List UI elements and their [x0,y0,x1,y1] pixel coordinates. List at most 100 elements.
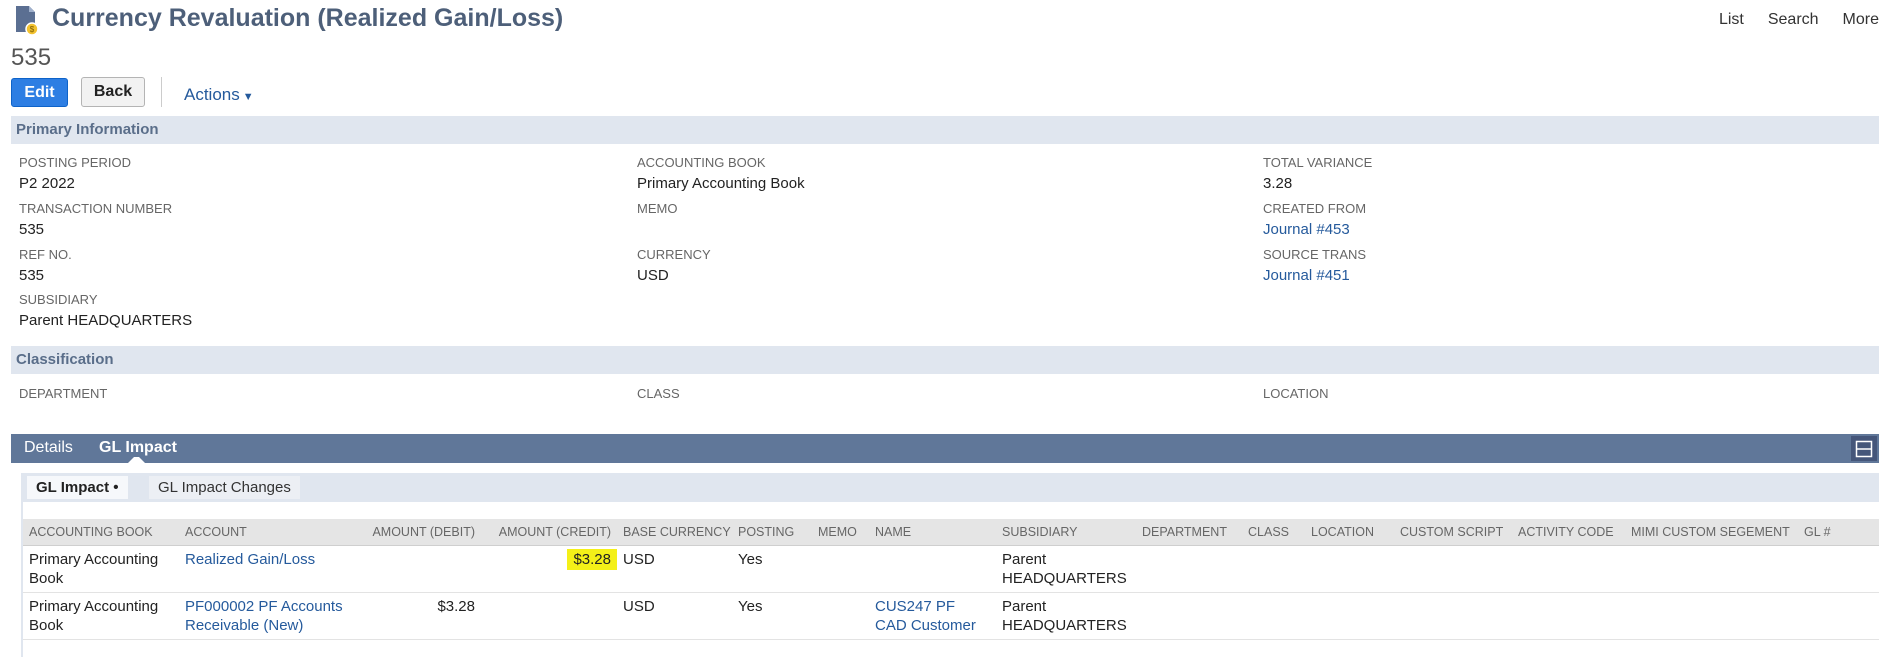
cell-name [869,545,996,593]
department-label: DEPARTMENT [19,386,108,401]
cell-custom-script [1394,545,1512,593]
col-header[interactable]: MEMO [812,519,869,546]
cell-credit: $3.28 [481,545,617,593]
col-header[interactable]: POSTING [732,519,812,546]
list-link[interactable]: List [1719,11,1744,29]
posting-period-value: P2 2022 [19,175,75,192]
col-header[interactable]: BASE CURRENCY [617,519,732,546]
col-header[interactable]: SUBSIDIARY [996,519,1136,546]
col-header[interactable]: AMOUNT (CREDIT) [481,519,617,546]
svg-text:$: $ [30,25,35,34]
toolbar-divider [161,77,162,107]
account-link[interactable]: Realized Gain/Loss [185,551,315,568]
source-trans-link[interactable]: Journal #451 [1263,267,1366,284]
cell-gl-number [1798,592,1879,640]
col-header[interactable]: LOCATION [1305,519,1394,546]
back-button[interactable]: Back [81,77,145,107]
tab-details[interactable]: Details [24,439,73,457]
cell-memo [812,592,869,640]
col-header[interactable]: ACCOUNTING BOOK [23,519,179,546]
cell-accounting-book: Primary Accounting Book [23,592,179,640]
total-variance-value: 3.28 [1263,175,1293,192]
class-field: CLASS [637,386,680,401]
memo-field: MEMO [637,201,677,221]
tab-gl-impact-inner[interactable]: GL Impact • [27,476,128,499]
class-label: CLASS [637,386,680,401]
document-icon: $ [14,5,40,36]
created-from-label: CREATED FROM [1263,201,1367,216]
table-header-row: ACCOUNTING BOOK ACCOUNT AMOUNT (DEBIT) A… [23,519,1879,546]
cell-custom-segment [1625,592,1798,640]
posting-period-label: POSTING PERIOD [19,155,131,170]
cell-memo [812,545,869,593]
cell-class [1242,545,1305,593]
actions-menu[interactable]: Actions ▼ [184,85,254,105]
cell-name: CUS247 PF CAD Customer [869,592,996,640]
credit-highlight: $3.28 [567,549,617,570]
cell-posting: Yes [732,592,812,640]
transaction-number-label: TRANSACTION NUMBER [19,201,173,216]
cell-base-currency: USD [617,592,732,640]
primary-information-header[interactable]: Primary Information [11,116,1879,144]
ref-no-field: REF NO. 535 [19,247,72,284]
name-link[interactable]: CUS247 PF CAD Customer [875,598,976,634]
cell-department [1136,592,1242,640]
memo-label: MEMO [637,201,678,216]
caret-down-icon: ▼ [242,91,254,103]
gl-impact-panel: GL Impact • GL Impact Changes ACCOUNTING… [21,473,1879,657]
gl-impact-table: ACCOUNTING BOOK ACCOUNT AMOUNT (DEBIT) A… [23,519,1879,640]
record-number: 535 [11,44,52,71]
subtab-bar: Details GL Impact [11,434,1879,463]
edit-button[interactable]: Edit [11,78,68,107]
table-row: Primary Accounting Book PF000002 PF Acco… [23,592,1879,640]
active-tab-pointer [128,457,145,463]
subsidiary-value: Parent HEADQUARTERS [19,312,193,329]
cell-debit: $3.28 [357,592,481,640]
col-header[interactable]: GL # [1798,519,1879,546]
col-header[interactable]: AMOUNT (DEBIT) [357,519,481,546]
posting-period-field: POSTING PERIOD P2 2022 [19,155,131,192]
search-link[interactable]: Search [1768,11,1819,29]
source-trans-label: SOURCE TRANS [1263,247,1367,262]
currency-value: USD [637,267,669,284]
col-header[interactable]: DEPARTMENT [1136,519,1242,546]
actions-label: Actions [184,85,240,104]
col-header[interactable]: ACTIVITY CODE [1512,519,1625,546]
cell-location [1305,592,1394,640]
cell-account: PF000002 PF Accounts Receivable (New) [179,592,357,640]
transaction-number-field: TRANSACTION NUMBER 535 [19,201,172,238]
more-link[interactable]: More [1843,11,1879,29]
col-header[interactable]: NAME [869,519,996,546]
top-nav: List Search More [1719,11,1879,29]
total-variance-label: TOTAL VARIANCE [1263,155,1373,170]
cell-location [1305,545,1394,593]
tab-gl-impact[interactable]: GL Impact [99,439,177,457]
cell-class [1242,592,1305,640]
total-variance-field: TOTAL VARIANCE 3.28 [1263,155,1372,192]
cell-account: Realized Gain/Loss [179,545,357,593]
created-from-field: CREATED FROM Journal #453 [1263,201,1366,238]
col-header[interactable]: CLASS [1242,519,1305,546]
account-link[interactable]: PF000002 PF Accounts Receivable (New) [185,598,343,634]
source-trans-field: SOURCE TRANS Journal #451 [1263,247,1366,284]
col-header[interactable]: ACCOUNT [179,519,357,546]
cell-custom-script [1394,592,1512,640]
cell-department [1136,545,1242,593]
collapse-icon [1855,440,1873,457]
currency-field: CURRENCY USD [637,247,711,284]
location-label: LOCATION [1263,386,1329,401]
col-header[interactable]: CUSTOM SCRIPT [1394,519,1512,546]
classification-header[interactable]: Classification [11,346,1879,374]
cell-activity-code [1512,592,1625,640]
location-field: LOCATION [1263,386,1329,401]
cell-activity-code [1512,545,1625,593]
department-field: DEPARTMENT [19,386,107,401]
cell-custom-segment [1625,545,1798,593]
tab-gl-impact-changes[interactable]: GL Impact Changes [149,476,300,499]
collapse-toggle-button[interactable] [1851,436,1877,461]
subsidiary-field: SUBSIDIARY Parent HEADQUARTERS [19,292,192,329]
created-from-link[interactable]: Journal #453 [1263,221,1366,238]
col-header[interactable]: MIMI CUSTOM SEGEMENT [1625,519,1798,546]
accounting-book-field: ACCOUNTING BOOK Primary Accounting Book [637,155,805,192]
cell-posting: Yes [732,545,812,593]
